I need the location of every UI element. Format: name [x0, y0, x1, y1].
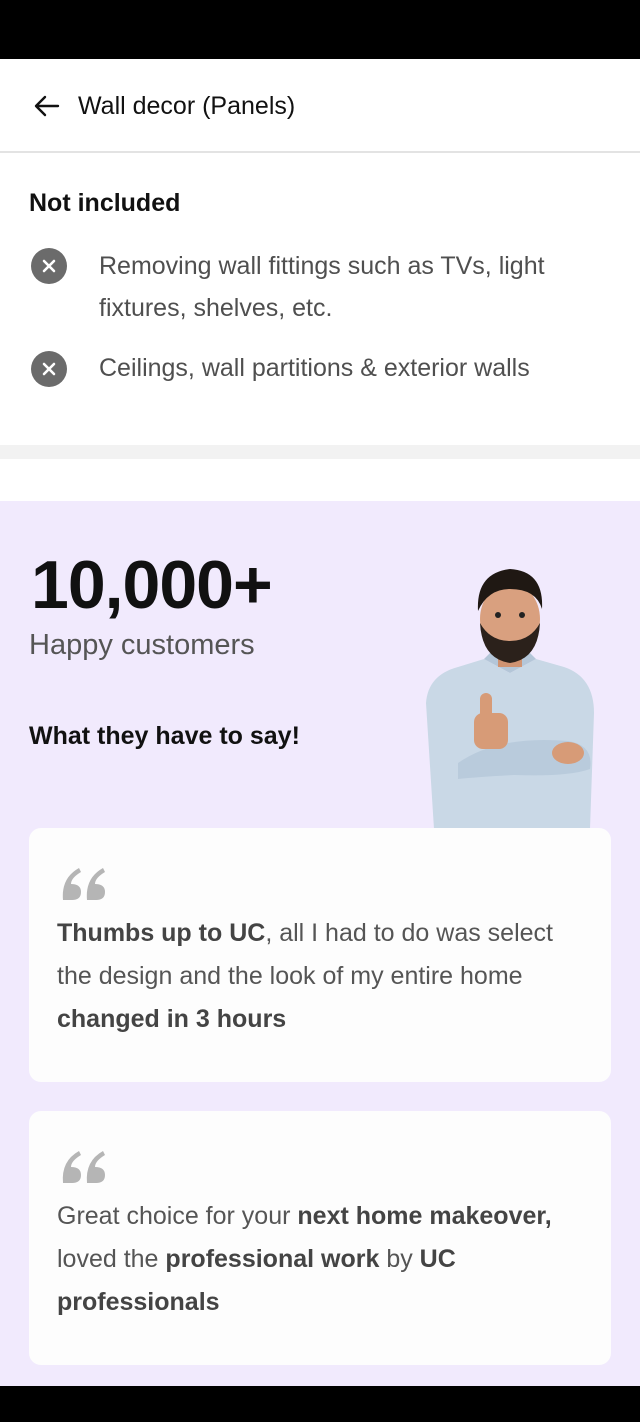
person-thumbs-up-image	[426, 569, 594, 829]
testimonial-highlight: professional work	[165, 1245, 380, 1273]
close-circle-icon	[31, 248, 67, 284]
customer-count: 10,000+	[31, 547, 273, 623]
testimonial-card: Great choice for your next home makeover…	[29, 1111, 611, 1365]
page-title: Wall decor (Panels)	[78, 92, 296, 120]
back-button[interactable]	[30, 89, 64, 123]
list-item-text: Removing wall fittings such as TVs, ligh…	[99, 252, 545, 322]
header: Wall decor (Panels)	[0, 59, 640, 153]
quote-icon	[62, 1151, 105, 1183]
testimonial-card: Thumbs up to UC, all I had to do was sel…	[29, 828, 611, 1082]
testimonial-highlight: Thumbs up to UC	[57, 919, 266, 947]
arrow-left-icon	[34, 95, 60, 117]
testimonial-text: Thumbs up to UC, all I had to do was sel…	[57, 912, 587, 1041]
customer-label: Happy customers	[29, 629, 255, 661]
testimonial-segment: loved the	[57, 1245, 166, 1273]
testimonial-highlight: changed in 3 hours	[57, 1005, 287, 1033]
list-item-text: Ceilings, wall partitions & exterior wal…	[99, 354, 530, 382]
testimonial-segment: by	[379, 1245, 420, 1273]
testimonial-highlight: next home makeover,	[297, 1202, 552, 1230]
navigation-bar	[0, 1386, 640, 1422]
testimonials-heading: What they have to say!	[29, 722, 300, 750]
close-circle-icon	[31, 351, 67, 387]
testimonial-segment: Great choice for your	[57, 1202, 298, 1230]
status-bar	[0, 0, 640, 59]
section-divider	[0, 445, 640, 459]
not-included-section: Not included Removing wall fittings such…	[0, 153, 640, 445]
section-title: Not included	[29, 189, 181, 217]
testimonial-text: Great choice for your next home makeover…	[57, 1195, 587, 1324]
quote-icon	[62, 868, 105, 900]
happy-customers-section: 10,000+ Happy customers What they have t…	[0, 501, 640, 1386]
